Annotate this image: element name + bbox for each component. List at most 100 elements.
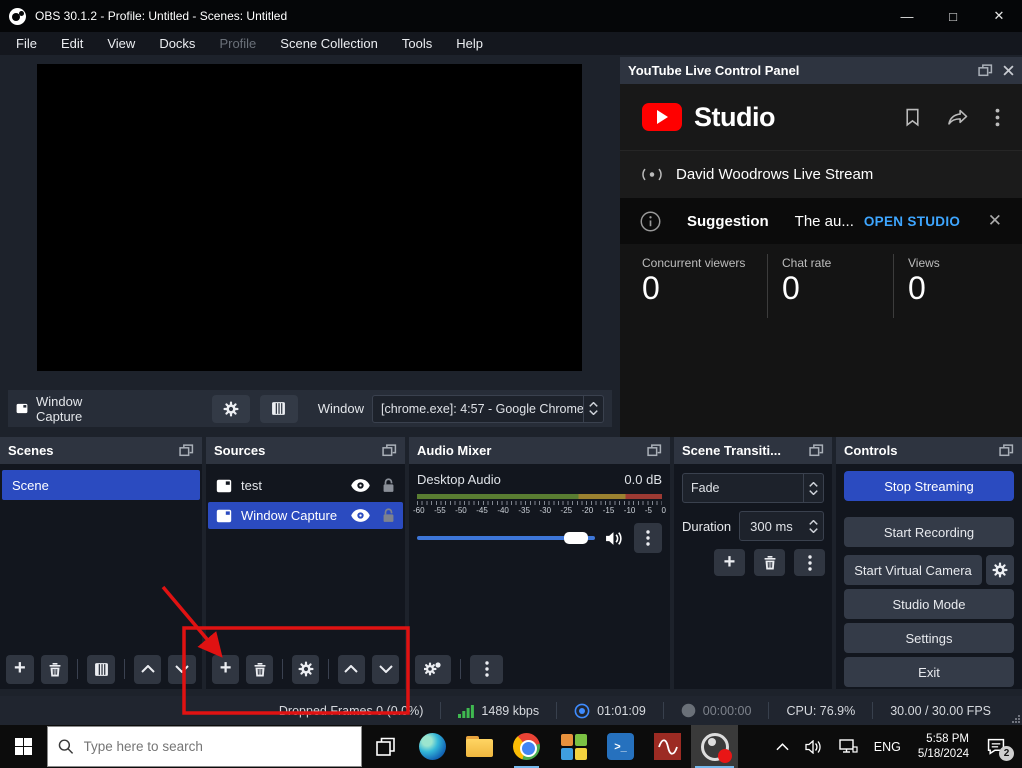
start-recording-button[interactable]: Start Recording <box>844 517 1014 547</box>
start-virtual-camera-button[interactable]: Start Virtual Camera <box>844 555 982 585</box>
controls-header: Controls <box>836 437 1022 464</box>
source-row-window-capture[interactable]: Window Capture <box>208 502 403 529</box>
kebab-menu-icon[interactable] <box>995 108 1000 127</box>
studio-mode-button[interactable]: Studio Mode <box>844 589 1014 619</box>
language-indicator[interactable]: ENG <box>869 740 906 754</box>
scene-list-item[interactable]: Scene <box>2 470 200 500</box>
remove-source-button[interactable] <box>246 655 273 684</box>
search-input[interactable] <box>84 739 351 754</box>
remove-transition-button[interactable] <box>754 549 785 576</box>
youtube-brand: Studio <box>694 102 775 133</box>
open-studio-link[interactable]: OPEN STUDIO <box>864 214 960 229</box>
taskbar-search[interactable] <box>47 726 362 767</box>
menu-docks[interactable]: Docks <box>147 32 207 55</box>
duration-spinner[interactable] <box>803 512 823 540</box>
legacy-windows-app-icon[interactable] <box>550 725 597 768</box>
chrome-taskbar-icon[interactable] <box>503 725 550 768</box>
stat-label: Chat rate <box>782 256 893 270</box>
lock-icon[interactable] <box>382 478 395 493</box>
file-explorer-taskbar-icon[interactable] <box>456 725 503 768</box>
share-icon[interactable] <box>947 109 969 126</box>
virtual-camera-config-button[interactable] <box>986 555 1014 585</box>
volume-slider[interactable] <box>417 536 595 540</box>
taskbar-clock[interactable]: 5:58 PM 5/18/2024 <box>912 732 975 762</box>
advanced-audio-button[interactable] <box>415 655 451 684</box>
task-view-button[interactable] <box>362 725 409 768</box>
tray-chevron-button[interactable] <box>771 743 794 751</box>
remove-scene-button[interactable] <box>41 655 69 684</box>
move-scene-down-button[interactable] <box>168 655 196 684</box>
speaker-icon[interactable] <box>605 531 624 546</box>
popout-icon[interactable] <box>999 444 1014 457</box>
obs-taskbar-icon[interactable] <box>691 725 738 768</box>
lock-icon[interactable] <box>382 508 395 523</box>
duration-spinbox[interactable]: 300 ms <box>739 511 824 541</box>
exit-button[interactable]: Exit <box>844 657 1014 687</box>
menu-scene-collection[interactable]: Scene Collection <box>268 32 390 55</box>
mixer-track-row: Desktop Audio 0.0 dB <box>417 472 662 487</box>
visibility-eye-icon[interactable] <box>351 509 370 522</box>
sources-toolbar: + <box>212 654 399 684</box>
popout-icon[interactable] <box>179 444 194 457</box>
edge-taskbar-icon[interactable] <box>409 725 456 768</box>
combo-spinner[interactable] <box>583 396 603 422</box>
close-icon[interactable] <box>1003 65 1014 76</box>
settings-button[interactable]: Settings <box>844 623 1014 653</box>
scene-filters-button[interactable] <box>87 655 115 684</box>
combo-spinner[interactable] <box>803 474 823 502</box>
add-source-button[interactable]: + <box>212 655 239 684</box>
mixer-menu-button[interactable] <box>470 655 503 684</box>
window-select-combo[interactable]: [chrome.exe]: 4:57 - Google Chrome <box>372 395 604 423</box>
source-name: Window Capture <box>241 508 351 523</box>
popout-icon[interactable] <box>382 444 397 457</box>
plus-icon: + <box>724 552 736 572</box>
youtube-logo-icon <box>642 103 682 131</box>
move-scene-up-button[interactable] <box>134 655 162 684</box>
source-properties-button[interactable] <box>292 655 319 684</box>
audio-mixer-header: Audio Mixer <box>409 437 670 464</box>
volume-slider-handle[interactable] <box>564 532 588 544</box>
menu-tools[interactable]: Tools <box>390 32 444 55</box>
source-filters-button[interactable] <box>260 395 298 423</box>
source-properties-bar: Window Capture Window [chrome.exe]: 4:57… <box>8 390 612 427</box>
transition-select-combo[interactable]: Fade <box>682 473 824 503</box>
volume-meter <box>417 494 662 499</box>
menu-help[interactable]: Help <box>444 32 495 55</box>
source-properties-button[interactable] <box>212 395 250 423</box>
popout-icon[interactable] <box>647 444 662 457</box>
minimize-button[interactable]: — <box>884 0 930 32</box>
stop-streaming-button[interactable]: Stop Streaming <box>844 471 1014 501</box>
add-transition-button[interactable]: + <box>714 549 745 576</box>
start-button[interactable] <box>0 725 47 768</box>
scenes-dock-title: Scenes <box>8 443 171 458</box>
wave-app-taskbar-icon[interactable] <box>644 725 691 768</box>
duration-value: 300 ms <box>740 519 803 534</box>
menu-file[interactable]: File <box>4 32 49 55</box>
preview-canvas[interactable] <box>37 64 582 371</box>
add-scene-button[interactable]: + <box>6 655 34 684</box>
action-center-button[interactable]: 2 <box>981 738 1016 755</box>
resize-grip[interactable] <box>1012 715 1020 723</box>
visibility-eye-icon[interactable] <box>351 479 370 492</box>
bookmark-icon[interactable] <box>904 108 921 127</box>
mixer-options-button[interactable] <box>634 523 662 553</box>
source-row-test[interactable]: test <box>208 472 403 499</box>
powershell-taskbar-icon[interactable]: >_ <box>597 725 644 768</box>
maximize-button[interactable]: □ <box>930 0 976 32</box>
menu-view[interactable]: View <box>95 32 147 55</box>
popout-icon[interactable] <box>809 444 824 457</box>
move-source-up-button[interactable] <box>338 655 365 684</box>
windows-logo-icon <box>15 738 32 755</box>
stream-time-status: 01:01:09 <box>557 703 663 719</box>
source-properties-label: Window Capture <box>36 394 104 424</box>
suggestion-close-icon[interactable]: ✕ <box>988 211 1002 231</box>
menu-edit[interactable]: Edit <box>49 32 95 55</box>
chevron-up-icon <box>141 665 155 673</box>
popout-icon[interactable] <box>978 64 993 77</box>
tray-network-button[interactable] <box>834 739 863 755</box>
desktop: OBS 30.1.2 - Profile: Untitled - Scenes:… <box>0 0 1022 768</box>
move-source-down-button[interactable] <box>372 655 399 684</box>
transition-menu-button[interactable] <box>794 549 825 576</box>
tray-volume-button[interactable] <box>800 740 828 754</box>
close-button[interactable]: ✕ <box>976 0 1022 32</box>
